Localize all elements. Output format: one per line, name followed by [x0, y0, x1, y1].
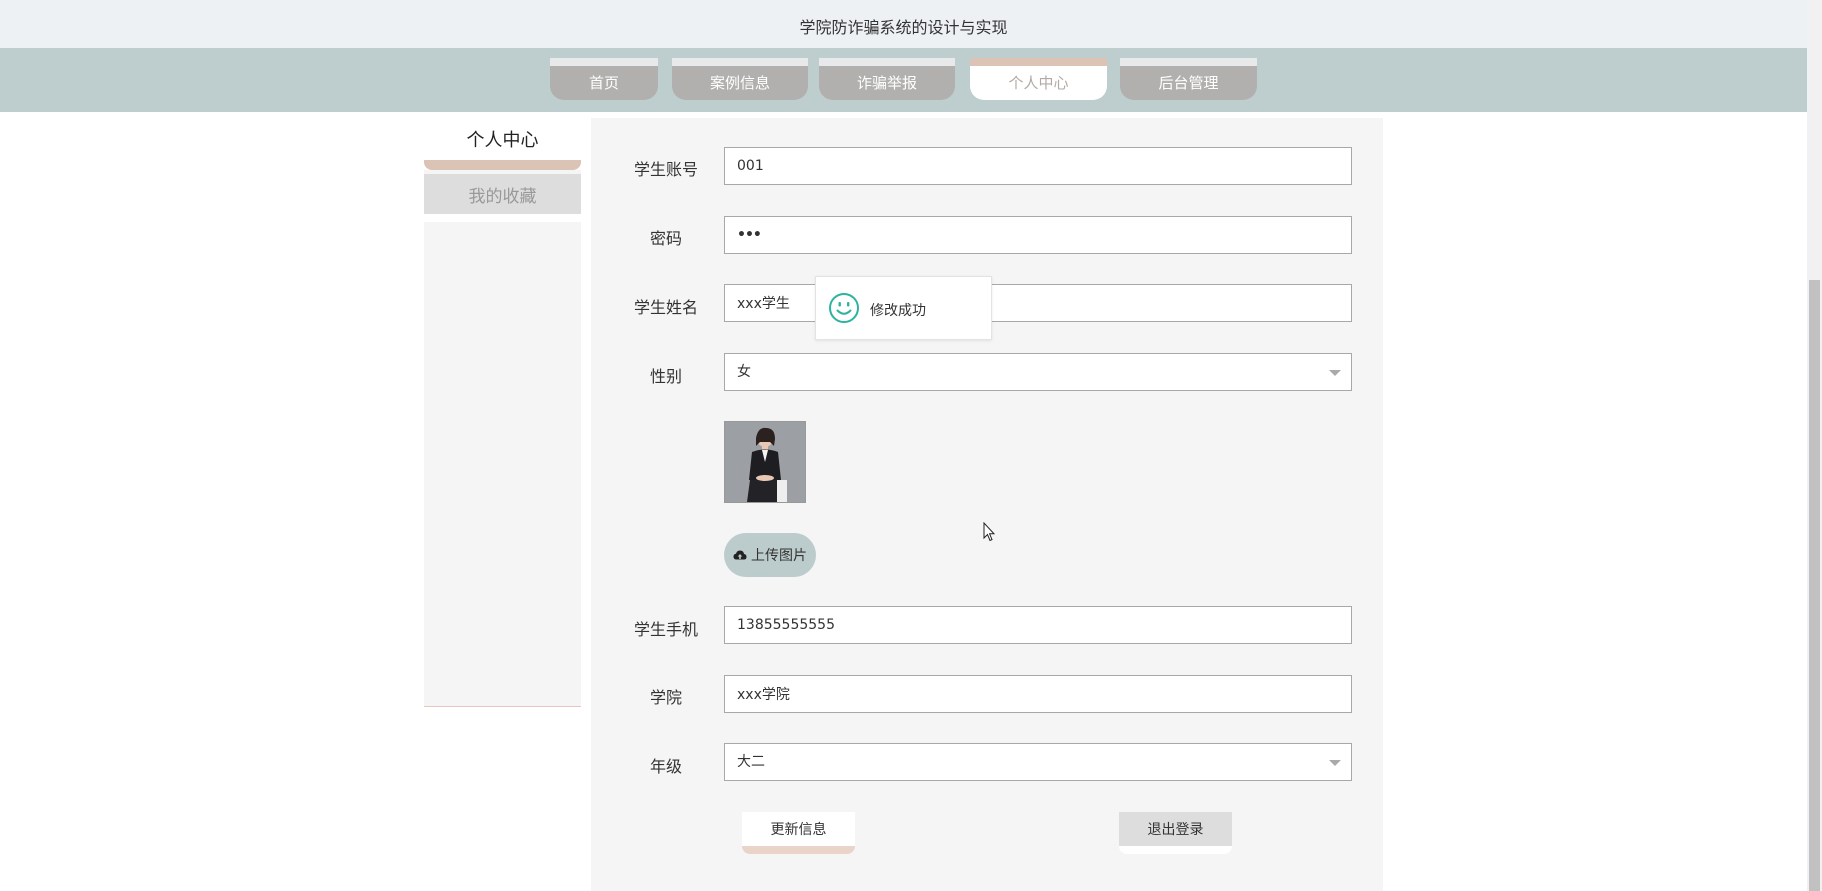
tab-label: 案例信息	[709, 73, 770, 92]
gender-label: 性别	[649, 367, 682, 386]
sidebar-header: 个人中心	[424, 118, 581, 170]
sidebar: 个人中心 我的收藏	[424, 118, 581, 707]
cloud-upload-icon	[733, 550, 747, 560]
sidebar-title-underline	[424, 160, 581, 170]
sidebar-divider	[424, 214, 581, 222]
tab-label: 首页	[588, 73, 619, 92]
chevron-down-icon	[1329, 760, 1341, 766]
password-input[interactable]: •••	[724, 216, 1352, 254]
grade-select[interactable]: 大二	[724, 743, 1352, 781]
tab-personal-center[interactable]: 个人中心	[970, 58, 1107, 100]
mouse-cursor-icon	[983, 522, 995, 542]
phone-input[interactable]	[724, 606, 1352, 644]
account-input[interactable]	[724, 147, 1352, 185]
avatar-photo	[725, 422, 805, 502]
smile-icon	[829, 293, 859, 323]
update-info-label: 更新信息	[770, 822, 827, 838]
scrollbar-thumb[interactable]	[1809, 280, 1820, 891]
tab-label: 诈骗举报	[856, 73, 917, 92]
gender-value: 女	[737, 364, 751, 380]
nav-bar: 首页 案例信息 诈骗举报 个人中心 后台管理	[0, 48, 1807, 112]
college-input[interactable]	[724, 675, 1352, 713]
password-label: 密码	[649, 229, 682, 248]
upload-label: 上传图片	[751, 548, 807, 564]
top-header: 学院防诈骗系统的设计与实现	[0, 0, 1807, 48]
toast-message: 修改成功	[870, 303, 926, 319]
tab-home[interactable]: 首页	[550, 58, 658, 100]
update-info-button[interactable]: 更新信息	[742, 812, 855, 854]
tab-label: 个人中心	[1008, 73, 1069, 92]
logout-label: 退出登录	[1147, 822, 1204, 838]
avatar	[724, 421, 806, 503]
grade-label: 年级	[649, 757, 682, 776]
gender-select[interactable]: 女	[724, 353, 1352, 391]
site-title: 学院防诈骗系统的设计与实现	[799, 18, 1008, 37]
college-label: 学院	[649, 688, 682, 707]
logout-button[interactable]: 退出登录	[1119, 812, 1232, 854]
sidebar-title: 个人中心	[466, 130, 539, 151]
name-label: 学生姓名	[633, 298, 698, 317]
sidebar-item-favorites[interactable]: 我的收藏	[424, 174, 581, 214]
sidebar-item-label: 我的收藏	[468, 186, 537, 207]
tab-fraud-report[interactable]: 诈骗举报	[819, 58, 955, 100]
chevron-down-icon	[1329, 370, 1341, 376]
tab-label: 后台管理	[1158, 73, 1219, 92]
tab-admin[interactable]: 后台管理	[1120, 58, 1257, 100]
account-label: 学生账号	[633, 160, 698, 179]
tab-case-info[interactable]: 案例信息	[672, 58, 808, 100]
success-toast: 修改成功	[815, 276, 992, 340]
phone-label: 学生手机	[633, 620, 698, 639]
upload-image-button[interactable]: 上传图片	[724, 533, 816, 577]
grade-value: 大二	[737, 754, 765, 770]
